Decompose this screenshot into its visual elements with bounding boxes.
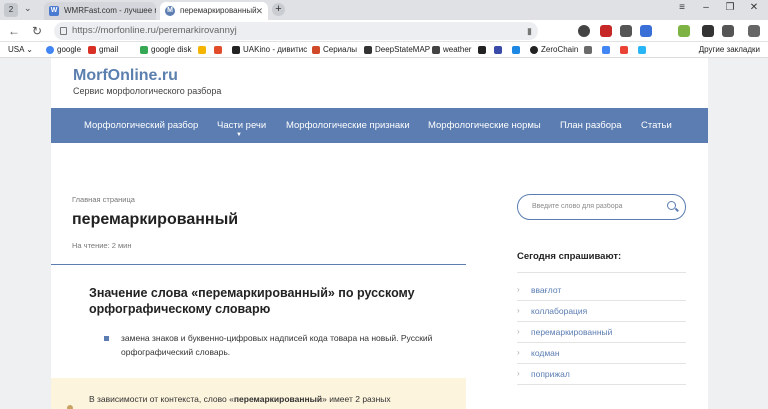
divider xyxy=(517,300,686,301)
new-tab-button[interactable]: + xyxy=(272,3,285,16)
page-title: перемаркированный xyxy=(72,211,239,228)
bookmark-item[interactable]: DeepStateMAP xyxy=(364,42,430,58)
bookmark-icon xyxy=(494,46,502,54)
read-time: На чтение: 2 мин xyxy=(72,241,132,250)
bookmark-icon[interactable]: ▮ xyxy=(527,22,532,40)
uakino-icon xyxy=(232,46,240,54)
chevron-right-icon: › xyxy=(517,285,520,294)
divider xyxy=(517,272,686,273)
downloads-icon[interactable] xyxy=(748,25,760,37)
note-text: В зависимости от контекста, слово «перем… xyxy=(89,394,391,404)
search-box xyxy=(517,194,686,220)
chevron-right-icon: › xyxy=(517,327,520,336)
divider xyxy=(517,342,686,343)
nav-item-analysis-plan[interactable]: План разбора xyxy=(560,108,622,143)
reload-icon[interactable]: ↻ xyxy=(32,24,42,38)
bookmark-icon xyxy=(584,46,592,54)
search-icon[interactable] xyxy=(667,201,676,210)
bookmark-icon xyxy=(198,46,206,54)
chevron-right-icon: › xyxy=(517,348,520,357)
close-tab-icon[interactable]: ✕ xyxy=(255,2,263,20)
tab-counter[interactable]: 2 xyxy=(4,3,18,17)
popular-title: Сегодня спрашивают: xyxy=(517,251,622,262)
definition-text: замена знаков и буквенно-цифровых надпис… xyxy=(121,333,433,357)
google-icon xyxy=(46,46,54,54)
bookmark-item[interactable]: google xyxy=(46,42,81,58)
extension-icon[interactable] xyxy=(702,25,714,37)
bookmark-item[interactable]: gmail xyxy=(88,42,118,58)
bookmark-icon xyxy=(214,46,222,54)
search-input[interactable] xyxy=(532,195,662,218)
chevron-right-icon: › xyxy=(517,369,520,378)
weather-icon xyxy=(432,46,440,54)
dropdown-caret-icon: ▼ xyxy=(236,132,242,138)
back-arrow-icon[interactable]: ← xyxy=(8,24,20,38)
nav-item-articles[interactable]: Статьи xyxy=(641,108,672,143)
breadcrumb[interactable]: Главная страница xyxy=(72,195,135,204)
bookmarks-bar: USA ⌄ google gmail google disk UAKino - … xyxy=(0,42,768,58)
close-window-icon[interactable]: ✕ xyxy=(746,2,762,13)
address-bar: ← ↻ https://morfonline.ru/peremarkirovan… xyxy=(0,20,768,42)
tab-label: перемаркированный xyxy=(180,6,257,15)
nav-item-morph-norms[interactable]: Морфологические нормы xyxy=(428,108,541,143)
other-bookmarks[interactable]: Другие закладки xyxy=(699,42,760,58)
deepstate-icon xyxy=(364,46,372,54)
bookmark-icon xyxy=(512,46,520,54)
url-field[interactable]: https://morfonline.ru/peremarkirovannyj … xyxy=(54,22,538,40)
bookmark-item[interactable]: Сериалы xyxy=(312,42,357,58)
zerochain-icon xyxy=(530,46,538,54)
extension-icon[interactable] xyxy=(578,25,590,37)
lock-icon xyxy=(60,27,67,35)
nav-item-morph-features[interactable]: Морфологические признаки xyxy=(286,108,410,143)
minimize-icon[interactable]: – xyxy=(698,2,714,13)
decorative-dot xyxy=(67,405,73,409)
bookmark-icon xyxy=(620,46,628,54)
browser-tab-active[interactable]: M перемаркированный ✕ xyxy=(160,2,268,20)
youtube-icon xyxy=(88,46,96,54)
nav-item-morph-analysis[interactable]: Морфологический разбор xyxy=(84,108,198,143)
bullet-icon xyxy=(104,336,109,341)
tab-label: WMRFast.com - лучшее м xyxy=(64,6,156,15)
divider xyxy=(51,264,466,265)
bookmark-item[interactable]: ZeroChain xyxy=(530,42,578,58)
bookmark-item[interactable]: google disk xyxy=(140,42,191,58)
tab-list-chevron-icon[interactable]: ⌄ xyxy=(24,3,32,14)
bookmark-item[interactable]: weather xyxy=(432,42,471,58)
bookmark-item[interactable]: USA ⌄ xyxy=(8,42,33,58)
web-page: MorfOnline.ru Сервис морфологического ра… xyxy=(51,58,708,409)
section-title: Значение слова «перемаркированный» по ру… xyxy=(89,286,415,316)
site-logo-title[interactable]: MorfOnline.ru xyxy=(73,67,178,85)
bookmark-icon xyxy=(638,46,646,54)
url-text: https://morfonline.ru/peremarkirovannyj xyxy=(72,25,237,36)
series-icon xyxy=(312,46,320,54)
browser-tab-strip: 2 ⌄ W WMRFast.com - лучшее м M перемарки… xyxy=(0,0,768,20)
download-icon[interactable] xyxy=(678,25,690,37)
restore-icon[interactable]: ❐ xyxy=(722,2,738,13)
main-navigation: Морфологический разбор Части речи ▼ Морф… xyxy=(51,108,708,143)
translate-icon xyxy=(602,46,610,54)
bookmark-icon xyxy=(478,46,486,54)
divider xyxy=(517,321,686,322)
bookmark-item[interactable]: UAKino - дивитис xyxy=(232,42,307,58)
wmrfast-favicon-icon: W xyxy=(49,6,59,16)
google-drive-icon xyxy=(140,46,148,54)
divider xyxy=(517,384,686,385)
extension-icon[interactable] xyxy=(640,25,652,37)
extension-icon[interactable] xyxy=(722,25,734,37)
context-note: В зависимости от контекста, слово «перем… xyxy=(51,378,466,409)
chevron-right-icon: › xyxy=(517,306,520,315)
extension-icon[interactable] xyxy=(600,25,612,37)
extension-icon[interactable] xyxy=(620,25,632,37)
menu-icon[interactable]: ≡ xyxy=(674,2,690,13)
divider xyxy=(517,363,686,364)
browser-tab-wmrfast[interactable]: W WMRFast.com - лучшее м xyxy=(44,2,156,20)
morfonline-favicon-icon: M xyxy=(165,6,175,16)
site-subtitle: Сервис морфологического разбора xyxy=(73,86,222,96)
